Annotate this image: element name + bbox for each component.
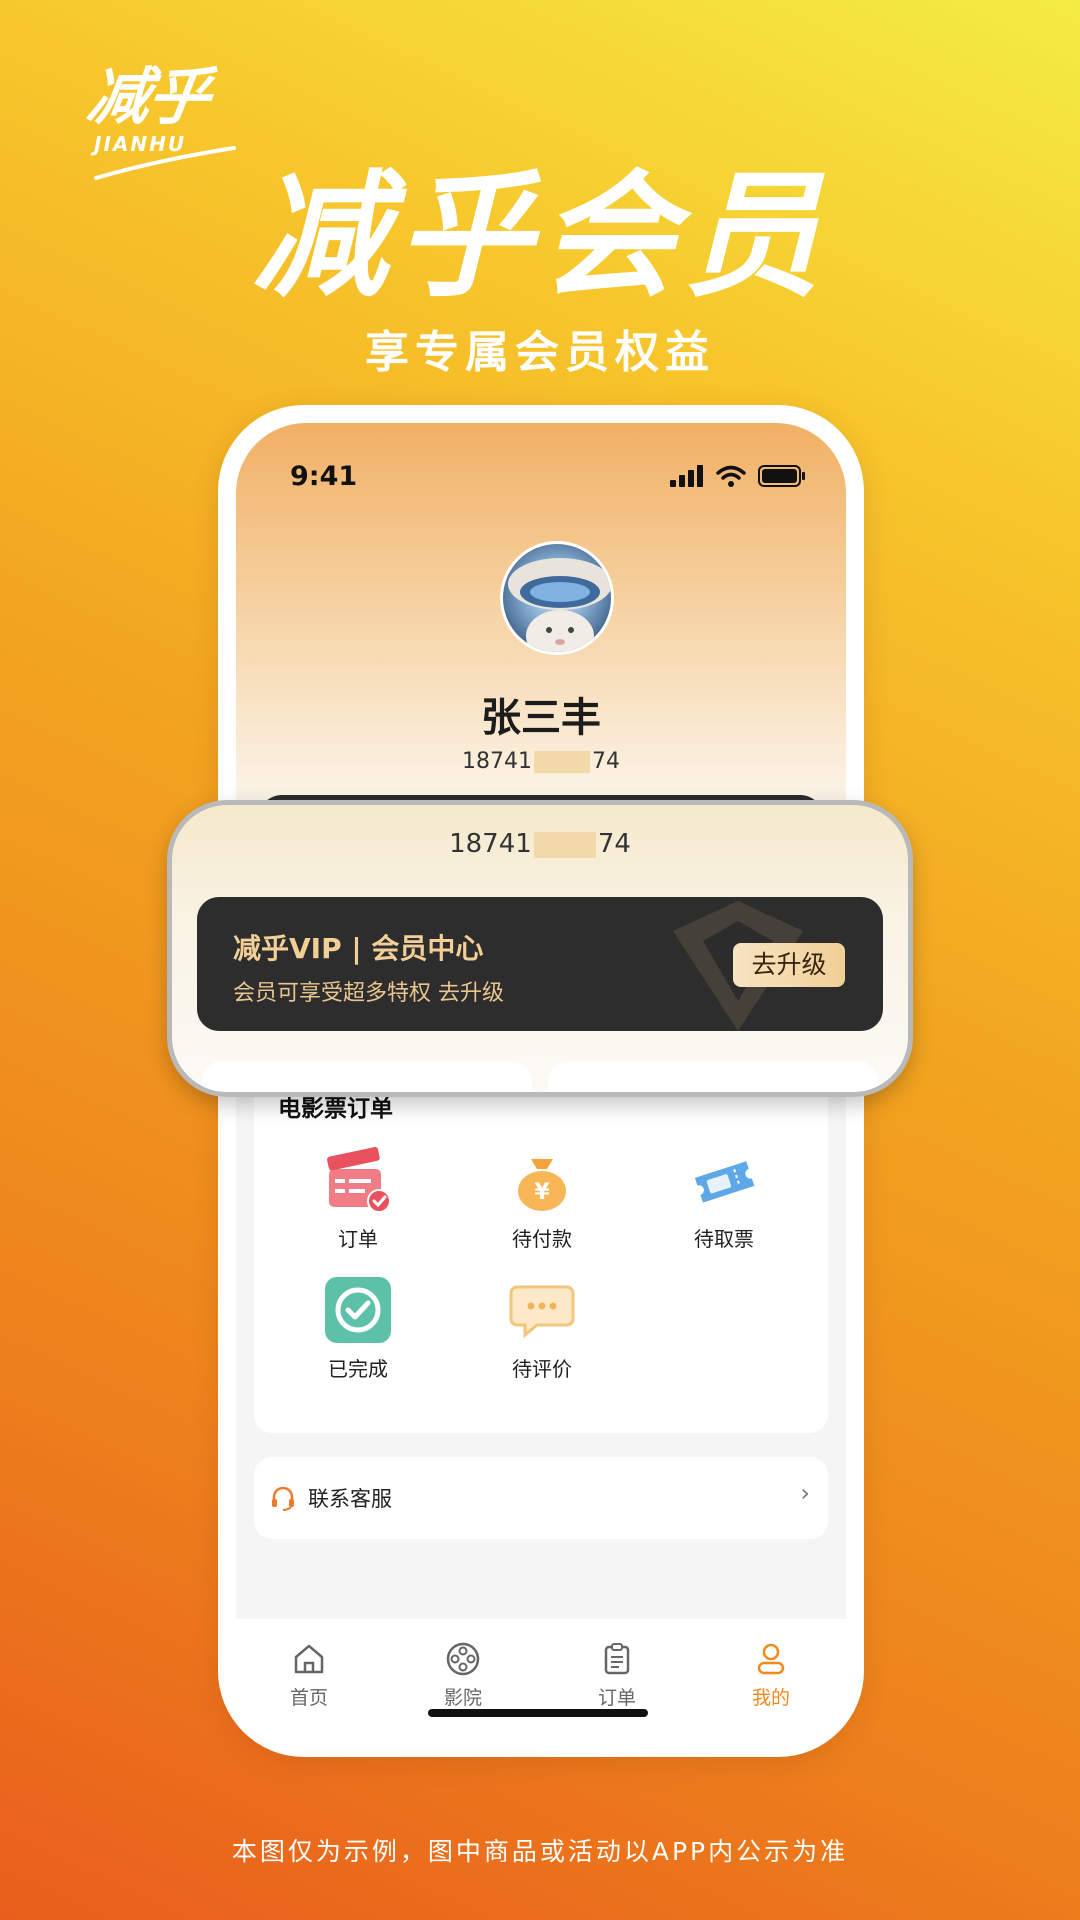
phone-prefix: 18741 (462, 749, 532, 774)
tab-mine[interactable]: 我的 (726, 1641, 816, 1710)
user-name: 张三丰 (481, 695, 601, 741)
user-phone: 18741 74 (236, 749, 846, 774)
vip-description: 会员可享受超多特权 去升级 (233, 981, 504, 1006)
phone-suffix: 74 (592, 749, 620, 774)
home-icon (294, 1644, 324, 1674)
order-item-all[interactable]: 订单 (298, 1145, 418, 1252)
zoom-card-stub-right (548, 1061, 878, 1092)
order-item-pending-payment[interactable]: ¥ 待付款 (482, 1145, 602, 1252)
hero-title: 减乎会员 (252, 158, 828, 316)
bottom-tab-bar: 首页 影院 订单 我的 (236, 1619, 846, 1739)
upgrade-button[interactable]: 去升级 (733, 943, 845, 987)
movie-orders-card: 电影票订单 订单 ¥ 待付款 待取票 已完成 待评价 (254, 1069, 828, 1433)
vip-zoom-card: 18741 74 减乎VIP | 会员中心 会员可享受超多特权 去升级 去升级 (167, 800, 913, 1097)
order-item-label: 待付款 (512, 1227, 572, 1251)
avatar[interactable] (500, 541, 614, 655)
contact-service-label: 联系客服 (308, 1487, 392, 1511)
order-item-label: 订单 (338, 1227, 378, 1251)
clapperboard-icon (323, 1145, 393, 1215)
tab-label: 订单 (597, 1687, 636, 1709)
money-bag-icon: ¥ (507, 1145, 577, 1215)
contact-service-row[interactable]: 联系客服 › (254, 1457, 828, 1539)
order-item-pending-ticket[interactable]: 待取票 (664, 1145, 784, 1252)
ticket-icon (689, 1145, 759, 1215)
status-time: 9:41 (290, 461, 358, 492)
disclaimer-text: 本图仅为示例，图中商品或活动以APP内公示为准 (231, 1837, 849, 1866)
phone-mask (534, 751, 590, 773)
tab-label: 影院 (443, 1687, 482, 1709)
phone-suffix: 74 (597, 829, 631, 859)
tab-home[interactable]: 首页 (264, 1641, 354, 1710)
order-item-label: 待取票 (694, 1227, 754, 1251)
film-reel-icon (446, 1642, 480, 1676)
svg-text:¥: ¥ (534, 1180, 550, 1205)
signal-icon (670, 465, 703, 487)
vip-member-card[interactable]: 减乎VIP | 会员中心 会员可享受超多特权 去升级 去升级 (197, 897, 883, 1031)
comment-icon (507, 1275, 577, 1345)
tab-cinema[interactable]: 影院 (418, 1641, 508, 1710)
order-item-label: 待评价 (512, 1357, 572, 1381)
chevron-right-icon: › (800, 1479, 810, 1507)
headset-icon (272, 1486, 294, 1511)
order-item-label: 已完成 (328, 1357, 388, 1381)
battery-icon (758, 465, 805, 487)
tab-label: 我的 (751, 1687, 790, 1709)
wifi-icon (716, 465, 746, 487)
phone-prefix: 18741 (449, 829, 532, 859)
order-item-completed[interactable]: 已完成 (298, 1275, 418, 1382)
user-icon (757, 1643, 785, 1675)
zoom-card-stub-left (202, 1061, 532, 1092)
clipboard-icon (604, 1643, 630, 1675)
order-item-pending-review[interactable]: 待评价 (482, 1275, 602, 1382)
home-indicator (428, 1709, 648, 1717)
tab-label: 首页 (289, 1687, 328, 1709)
logo-chinese-text: 减乎 (82, 60, 214, 133)
tab-orders[interactable]: 订单 (572, 1641, 662, 1710)
status-icons (670, 465, 806, 487)
hero-subtitle: 享专属会员权益 (365, 327, 715, 378)
vip-title: 减乎VIP | 会员中心 (233, 932, 484, 965)
phone-mask (533, 831, 596, 858)
check-circle-icon (323, 1275, 393, 1345)
zoom-user-phone: 18741 74 (172, 829, 908, 859)
status-bar: 9:41 (236, 461, 846, 497)
